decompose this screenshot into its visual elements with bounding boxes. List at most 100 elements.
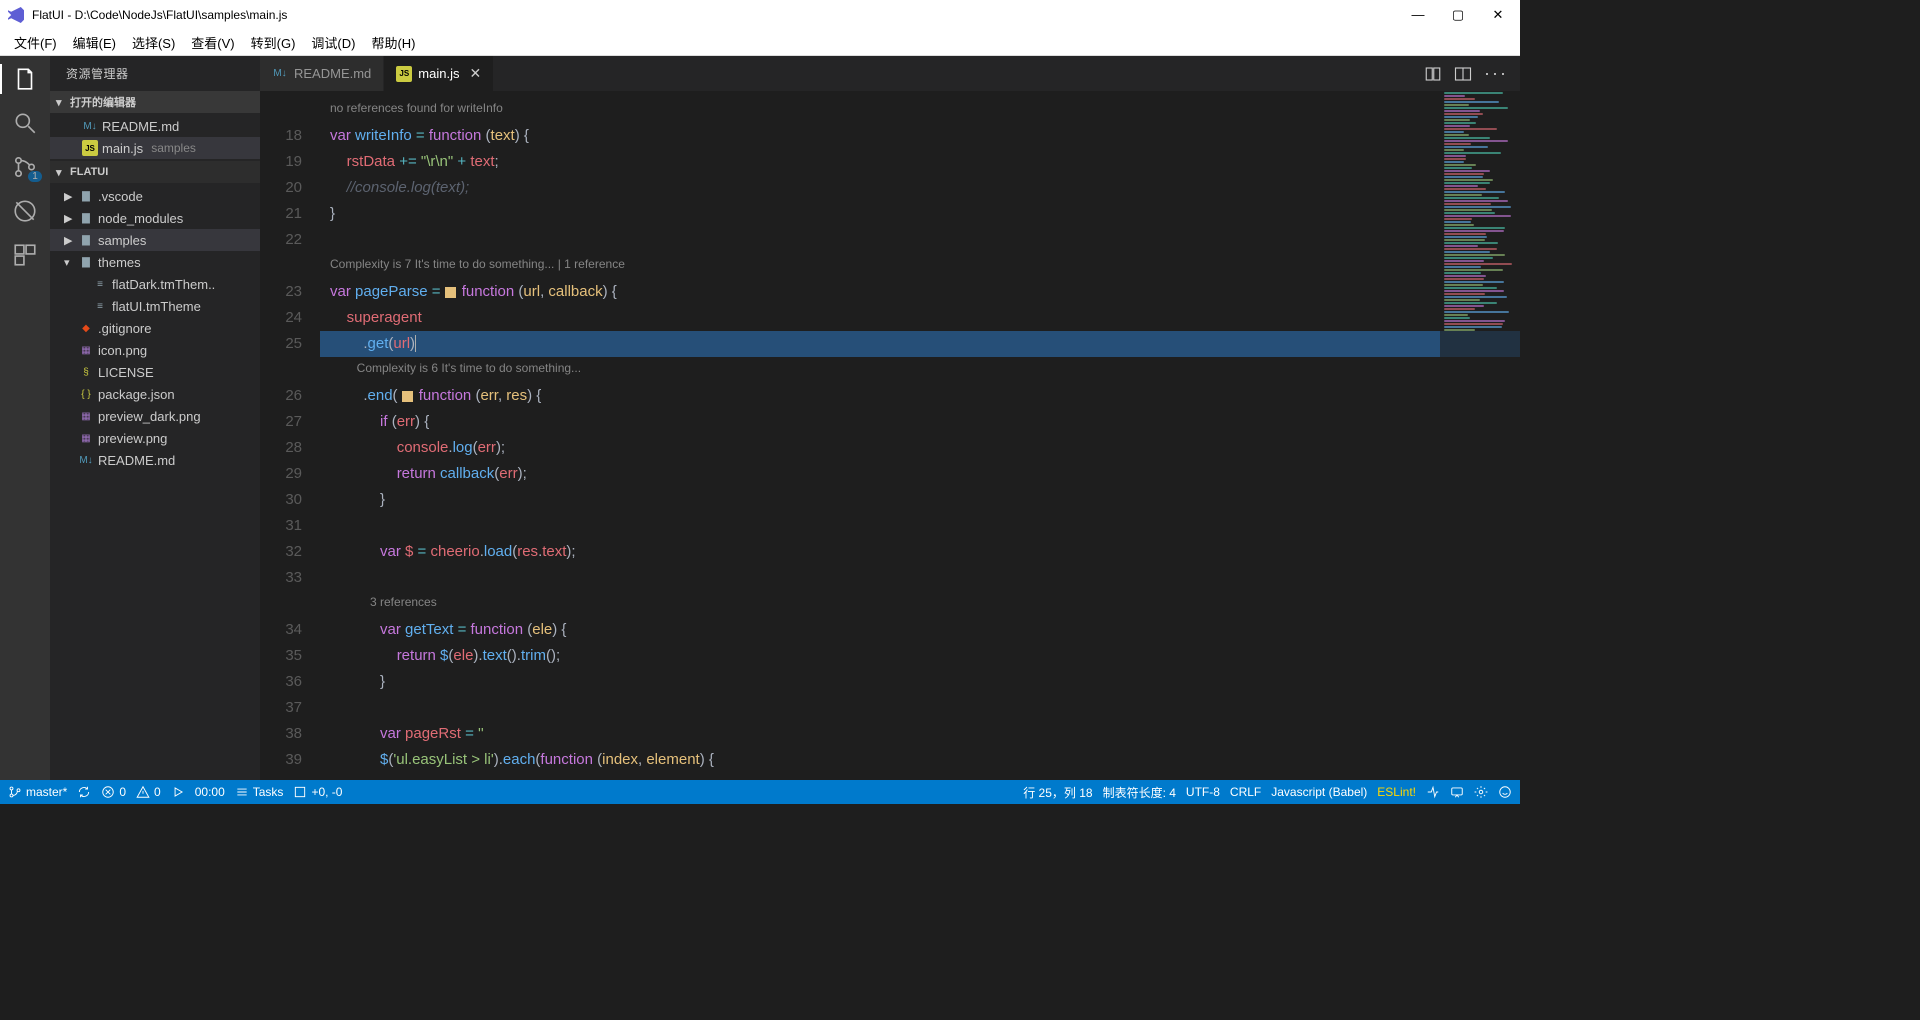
sidebar: 资源管理器 ▾打开的编辑器 M↓ README.md JS main.js sample… bbox=[50, 56, 260, 780]
status-eol[interactable]: CRLF bbox=[1230, 785, 1261, 799]
code-content[interactable]: no references found for writeInfovar wri… bbox=[320, 91, 1520, 780]
activity-explorer[interactable] bbox=[12, 66, 38, 92]
split-icon[interactable] bbox=[1454, 65, 1472, 83]
more-icon[interactable]: ··· bbox=[1484, 63, 1508, 84]
menu-debug[interactable]: 调试(D) bbox=[305, 31, 361, 54]
status-sync[interactable] bbox=[77, 785, 91, 799]
file-tree: ▶▇.vscode▶▇node_modules▶▇samples▾▇themes… bbox=[50, 183, 260, 473]
menu-select[interactable]: 选择(S) bbox=[126, 31, 181, 54]
file-label: .vscode bbox=[98, 189, 143, 204]
tree-item[interactable]: ▦preview.png bbox=[50, 427, 260, 449]
window-title: FlatUI - D:\Code\NodeJs\FlatUI\samples\m… bbox=[32, 8, 1404, 22]
activity-bar: 1 bbox=[0, 56, 50, 780]
tree-item[interactable]: ▶ ▇ .vscode bbox=[50, 185, 260, 207]
file-label: package.json bbox=[98, 387, 175, 402]
menu-view[interactable]: 查看(V) bbox=[185, 31, 240, 54]
minimap[interactable] bbox=[1440, 91, 1520, 780]
status-eslint[interactable]: ESLint! bbox=[1377, 785, 1416, 799]
activity-extensions[interactable] bbox=[12, 242, 38, 268]
status-smile-icon[interactable] bbox=[1498, 785, 1512, 799]
open-editor-item[interactable]: M↓ README.md bbox=[50, 115, 260, 137]
status-settings-icon[interactable] bbox=[1474, 785, 1488, 799]
chevron-icon: ▶ bbox=[64, 190, 74, 203]
status-debug-start[interactable] bbox=[171, 785, 185, 799]
scm-badge: 1 bbox=[28, 171, 42, 182]
status-diff[interactable]: +0, -0 bbox=[293, 785, 342, 799]
activity-debug[interactable] bbox=[12, 198, 38, 224]
editor-area: M↓ README.md JSmain.js✕ ··· 18192021222324… bbox=[260, 56, 1520, 780]
file-icon: M↓ bbox=[78, 452, 94, 468]
tab-label: README.md bbox=[294, 66, 371, 81]
status-feedback-icon[interactable] bbox=[1450, 785, 1464, 799]
status-branch[interactable]: master* bbox=[8, 785, 67, 799]
tree-item[interactable]: M↓ README.md bbox=[50, 449, 260, 471]
menu-help[interactable]: 帮助(H) bbox=[365, 31, 421, 54]
tree-item[interactable]: ≡ flatDark.tmThem.. bbox=[50, 273, 260, 295]
menu-bar: 文件(F) 编辑(E) 选择(S) 查看(V) 转到(G) 调试(D) 帮助(H… bbox=[0, 30, 1520, 56]
file-icon: ▇ bbox=[78, 210, 94, 226]
file-label: README.md bbox=[98, 453, 175, 468]
status-errors[interactable]: 0 bbox=[101, 785, 126, 799]
editor-tab[interactable]: M↓ README.md bbox=[260, 56, 384, 91]
file-icon: ▇ bbox=[78, 232, 94, 248]
status-tabsize[interactable]: 制表符长度: 4 bbox=[1103, 784, 1176, 801]
file-icon: JS bbox=[82, 140, 98, 156]
editor-tabs: M↓ README.md JSmain.js✕ ··· bbox=[260, 56, 1520, 91]
file-label: LICENSE bbox=[98, 365, 154, 380]
maximize-button[interactable]: ▢ bbox=[1444, 7, 1472, 23]
menu-edit[interactable]: 编辑(E) bbox=[67, 31, 122, 54]
chevron-icon: ▶ bbox=[64, 234, 74, 247]
activity-search[interactable] bbox=[12, 110, 38, 136]
file-icon: JS bbox=[396, 66, 412, 82]
code-editor[interactable]: 1819202122232425262728293031323334353637… bbox=[260, 91, 1520, 780]
close-icon[interactable]: ✕ bbox=[469, 65, 481, 82]
status-bar: master* 0 0 00:00 Tasks +0, -0 行 25，列 18… bbox=[0, 780, 1520, 804]
file-icon: ▦ bbox=[78, 408, 94, 424]
tree-item[interactable]: ▦icon.png bbox=[50, 339, 260, 361]
activity-scm[interactable]: 1 bbox=[12, 154, 38, 180]
close-button[interactable]: ✕ bbox=[1484, 7, 1512, 23]
minimize-button[interactable]: — bbox=[1404, 7, 1432, 23]
file-icon: M↓ bbox=[82, 118, 98, 134]
tree-item[interactable]: ▶ ▇ samples bbox=[50, 229, 260, 251]
file-icon: ▇ bbox=[78, 254, 94, 270]
tree-item[interactable]: ▦preview_dark.png bbox=[50, 405, 260, 427]
file-label: preview.png bbox=[98, 431, 167, 446]
chevron-icon: ▶ bbox=[64, 212, 74, 225]
menu-file[interactable]: 文件(F) bbox=[8, 31, 63, 54]
tab-actions: ··· bbox=[1412, 56, 1520, 91]
file-label: flatDark.tmThem.. bbox=[112, 277, 215, 292]
tree-item[interactable]: §LICENSE bbox=[50, 361, 260, 383]
status-tasks[interactable]: Tasks bbox=[235, 785, 284, 799]
menu-goto[interactable]: 转到(G) bbox=[245, 31, 302, 54]
tree-item[interactable]: ◆.gitignore bbox=[50, 317, 260, 339]
window-controls: — ▢ ✕ bbox=[1404, 7, 1512, 23]
sidebar-title: 资源管理器 bbox=[50, 56, 260, 91]
tree-item[interactable]: ≡flatUI.tmTheme bbox=[50, 295, 260, 317]
compare-icon[interactable] bbox=[1424, 65, 1442, 83]
status-language[interactable]: Javascript (Babel) bbox=[1271, 785, 1367, 799]
file-label: samples bbox=[98, 233, 146, 248]
file-icon: { } bbox=[78, 386, 94, 402]
status-prettier-icon[interactable] bbox=[1426, 785, 1440, 799]
file-label: README.md bbox=[102, 119, 179, 134]
tree-item[interactable]: ▶▇node_modules bbox=[50, 207, 260, 229]
open-editor-item[interactable]: JS main.js samples bbox=[50, 137, 260, 159]
editor-tab[interactable]: JSmain.js✕ bbox=[384, 56, 494, 91]
file-label: main.js bbox=[102, 141, 143, 156]
file-icon: M↓ bbox=[272, 66, 288, 82]
chevron-icon: ▾ bbox=[64, 256, 74, 269]
open-editors-header[interactable]: ▾打开的编辑器 bbox=[50, 91, 260, 113]
status-encoding[interactable]: UTF-8 bbox=[1186, 785, 1220, 799]
status-time[interactable]: 00:00 bbox=[195, 785, 225, 799]
file-icon: ≡ bbox=[92, 276, 108, 292]
tree-item[interactable]: { } package.json bbox=[50, 383, 260, 405]
file-icon: ▇ bbox=[78, 188, 94, 204]
status-cursor-pos[interactable]: 行 25，列 18 bbox=[1023, 784, 1092, 801]
project-header[interactable]: ▾FLATUI bbox=[50, 161, 260, 183]
status-warnings[interactable]: 0 bbox=[136, 785, 161, 799]
file-icon: ▦ bbox=[78, 342, 94, 358]
tree-item[interactable]: ▾▇themes bbox=[50, 251, 260, 273]
file-path: samples bbox=[151, 141, 196, 155]
titlebar: FlatUI - D:\Code\NodeJs\FlatUI\samples\m… bbox=[0, 0, 1520, 30]
